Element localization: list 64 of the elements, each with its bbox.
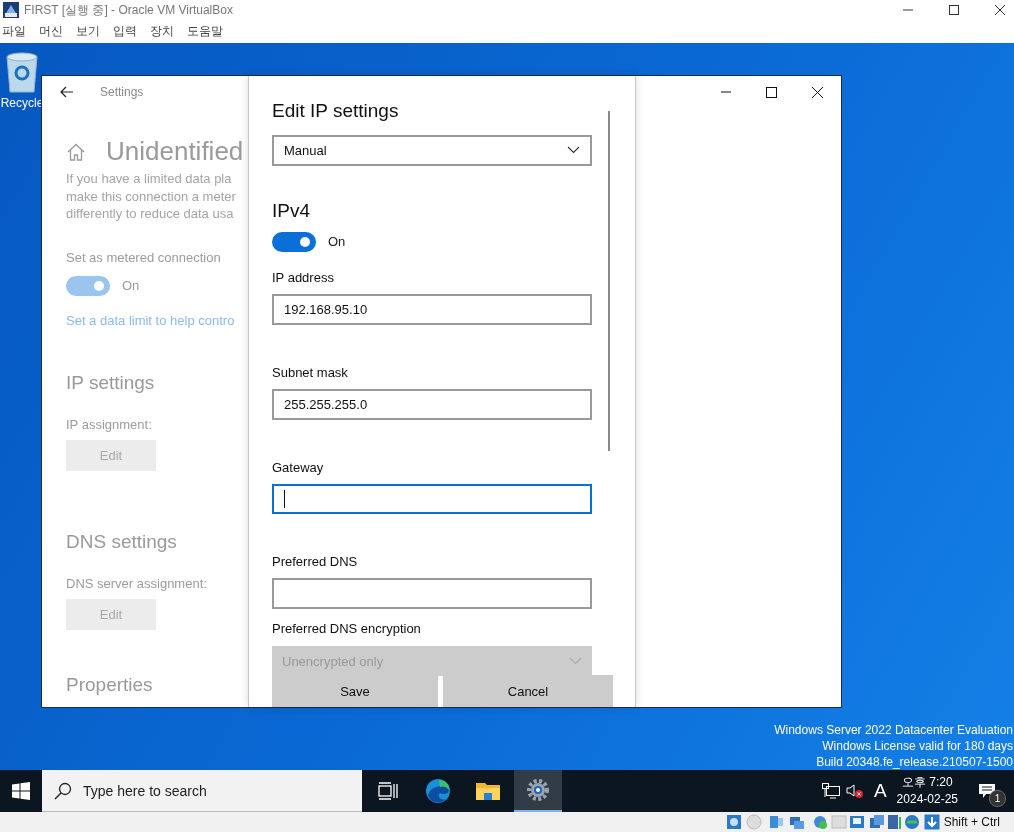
field-label: IP address <box>272 269 334 285</box>
browser-icon <box>425 778 451 804</box>
window-title: FIRST [실행 중] - Oracle VM VirtualBox <box>24 1 233 19</box>
back-arrow-icon[interactable] <box>60 86 74 98</box>
menu-item[interactable]: 도움말 <box>187 23 223 40</box>
description-text: make this connection a meter <box>66 187 236 205</box>
muted-speaker-icon[interactable] <box>845 783 864 799</box>
input-field[interactable] <box>272 483 592 515</box>
menu-item[interactable]: 머신 <box>39 23 63 40</box>
mode-dropdown[interactable]: Manual <box>272 135 592 166</box>
clock[interactable]: 오후 7:20 2024-02-25 <box>896 774 958 808</box>
network-icon[interactable] <box>821 783 840 799</box>
maximize-icon[interactable] <box>766 87 777 98</box>
section-heading: Properties <box>66 673 153 696</box>
window-title: Settings <box>100 85 144 99</box>
edition-text: Windows License valid for 180 days <box>822 738 1013 754</box>
setting-label: IP assignment: <box>66 416 152 432</box>
download-arrow-icon <box>923 814 940 830</box>
toggle-state-text: On <box>328 234 346 250</box>
setting-label: Set as metered connection <box>66 249 221 265</box>
host-key-text: Shift + Ctrl <box>943 815 1000 829</box>
windows-logo-icon <box>12 782 30 800</box>
dialog-button[interactable]: Save <box>272 675 438 708</box>
notification-count: 1 <box>989 790 1006 807</box>
menu-item[interactable]: 파일 <box>2 23 26 40</box>
chevron-down-icon <box>567 146 580 155</box>
description-text: differently to reduce data usa <box>66 205 235 223</box>
close-icon[interactable] <box>994 4 1006 16</box>
section-heading: DNS settings <box>66 530 177 553</box>
home-icon[interactable] <box>66 142 86 161</box>
menu-item[interactable]: 입력 <box>113 23 137 40</box>
menu-item[interactable]: 보기 <box>76 23 100 40</box>
input-field[interactable]: 192.168.95.10 <box>272 293 592 325</box>
chevron-down-icon <box>569 657 582 666</box>
dialog-button[interactable]: Cancel <box>443 675 613 708</box>
task-view-icon <box>378 782 398 800</box>
menu-item[interactable]: 장치 <box>150 23 174 40</box>
toggle-state-text: On <box>122 278 140 293</box>
field-label: Preferred DNS encryption <box>272 621 421 637</box>
setting-label: DNS server assignment: <box>66 575 207 591</box>
maximize-icon[interactable] <box>948 4 960 16</box>
input-method-indicator[interactable]: A <box>873 780 887 802</box>
field-label: Gateway <box>272 459 324 475</box>
section-heading: IPv4 <box>272 199 311 222</box>
ipv4-toggle[interactable] <box>272 231 316 252</box>
app-icon <box>3 2 19 18</box>
search-field[interactable]: Type here to search <box>42 770 362 812</box>
field-label: Subnet mask <box>272 364 348 380</box>
close-icon[interactable] <box>812 87 823 98</box>
folder-icon <box>476 781 500 801</box>
metered-toggle[interactable] <box>66 275 110 296</box>
input-field[interactable]: 255.255.255.0 <box>272 388 592 420</box>
description-text: If you have a limited data pla <box>66 170 233 188</box>
recycle-bin-icon[interactable] <box>4 51 40 93</box>
input-field[interactable] <box>272 578 592 610</box>
field-label: Preferred DNS <box>272 554 358 570</box>
search-icon <box>54 781 72 800</box>
edition-text: Windows Server 2022 Datacenter Evaluation <box>774 722 1013 738</box>
dialog-title: Edit IP settings <box>272 100 399 122</box>
page-title: Unidentified <box>106 136 244 167</box>
gear-icon <box>526 778 550 802</box>
section-heading: IP settings <box>66 371 155 394</box>
scrollbar[interactable] <box>608 111 610 451</box>
edition-text: Build 20348.fe_release.210507-1500 <box>816 754 1013 770</box>
